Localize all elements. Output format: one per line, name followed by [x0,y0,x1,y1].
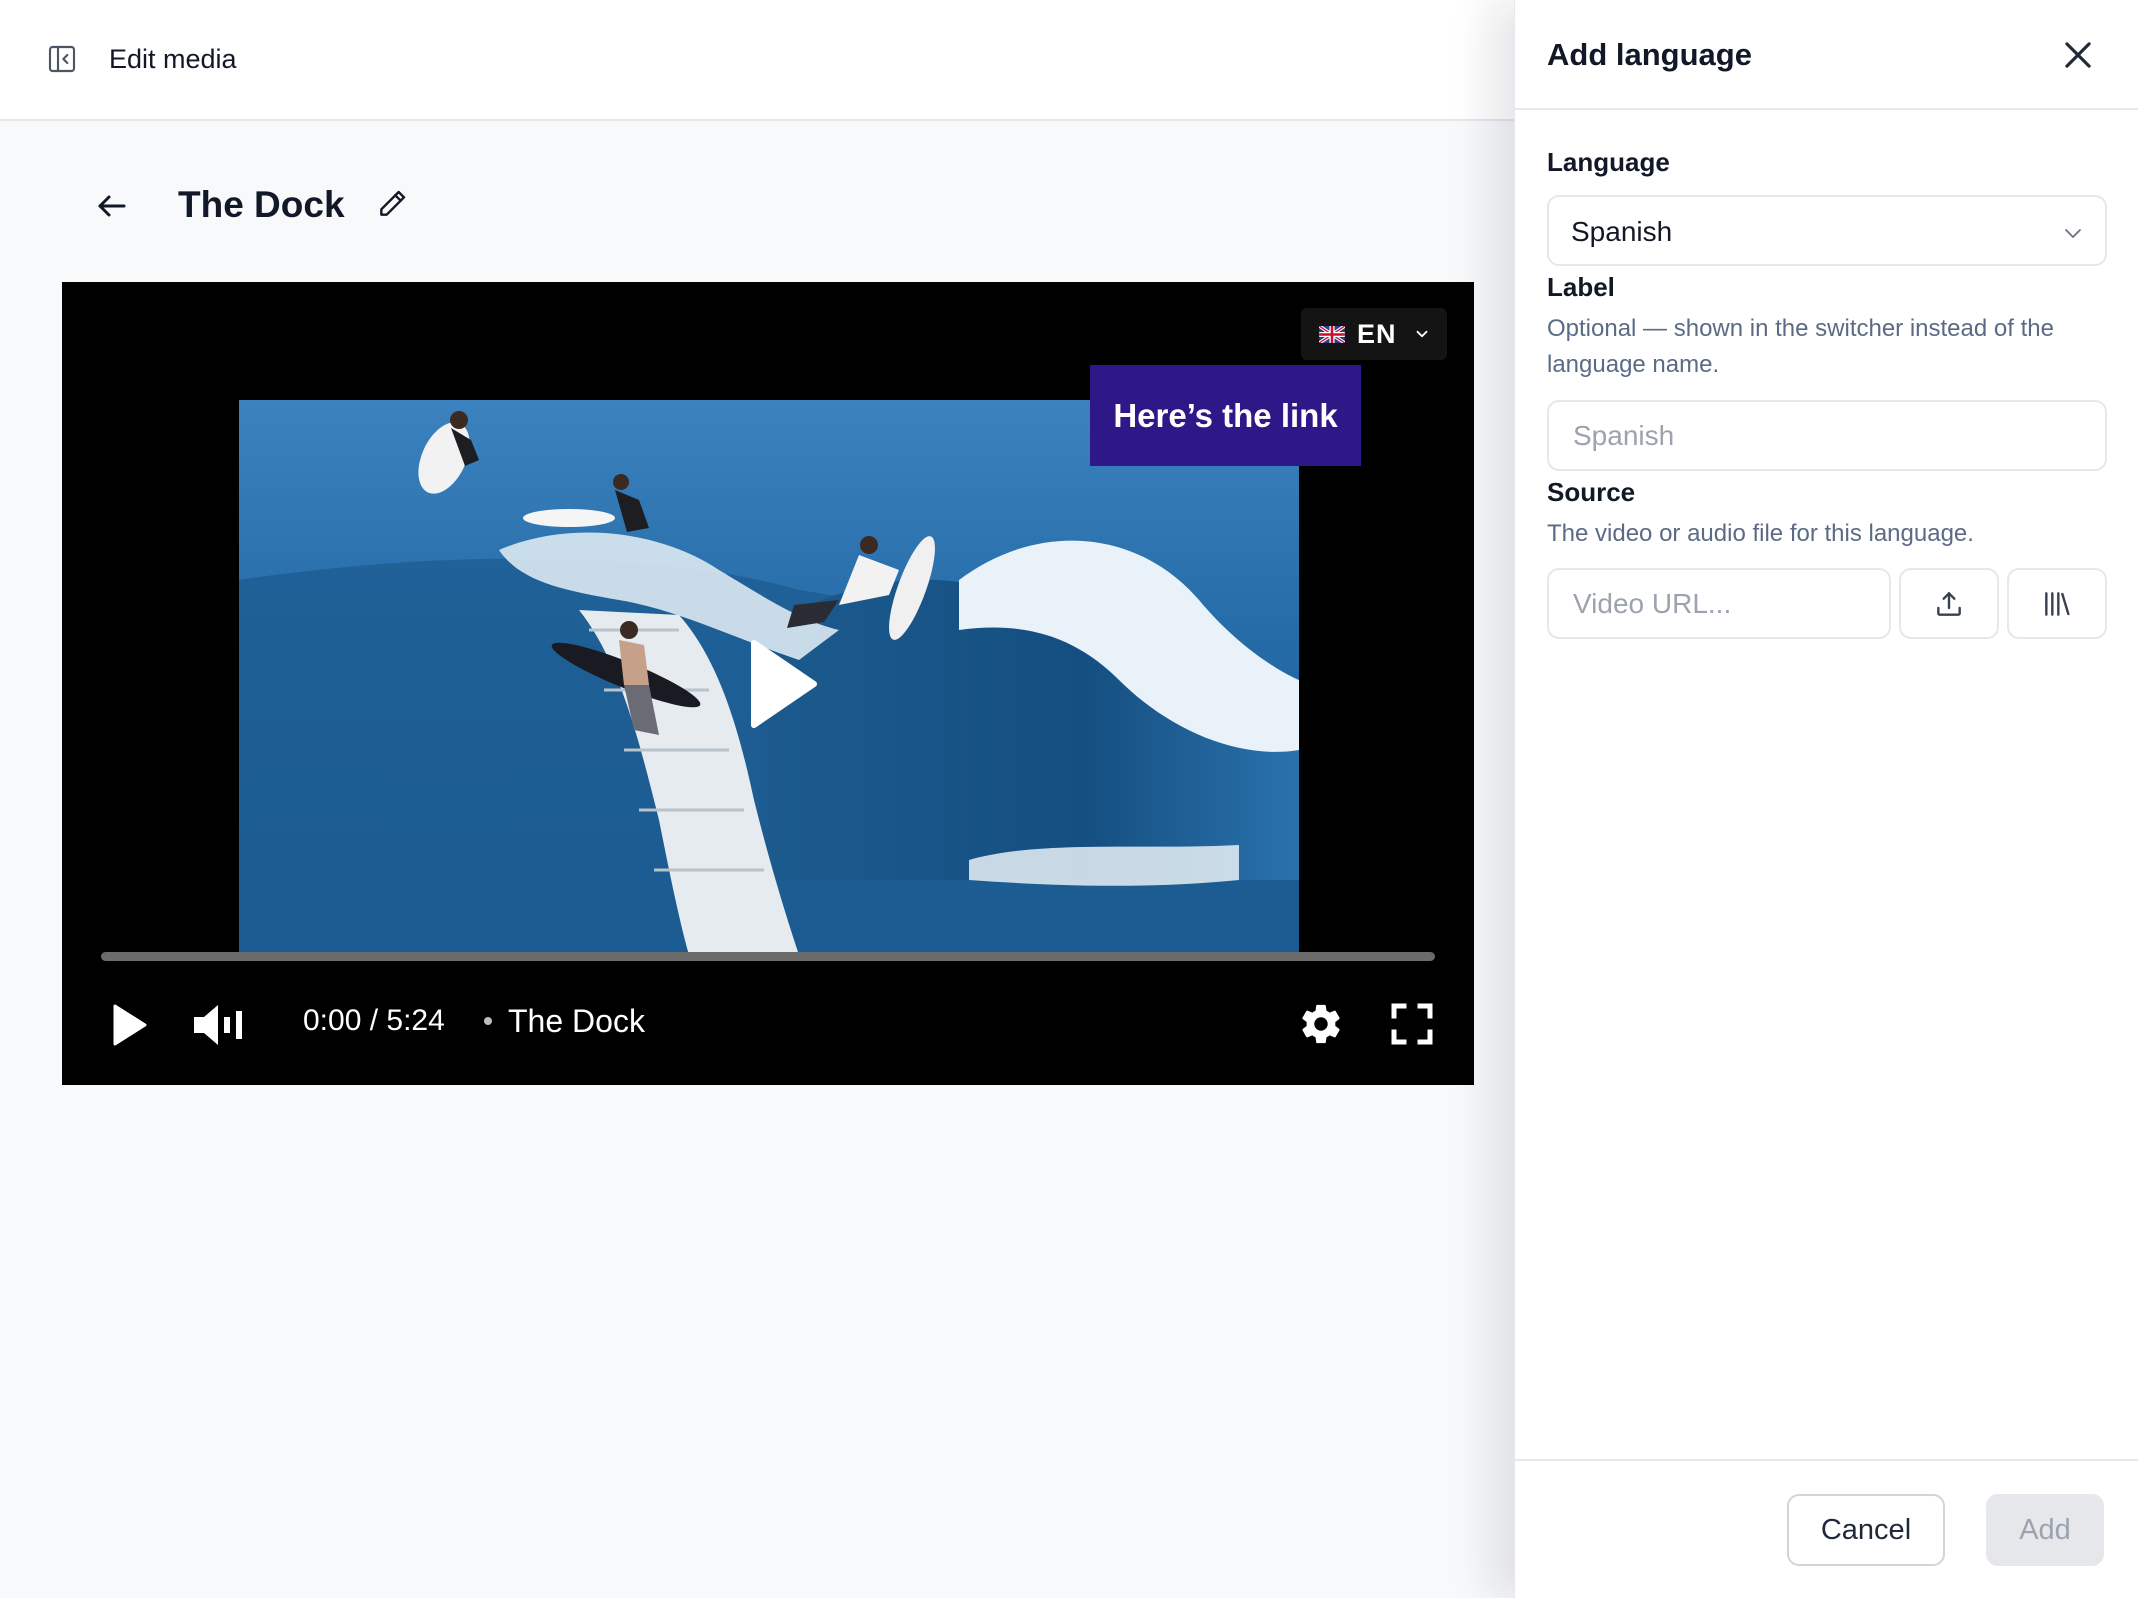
progress-bar[interactable] [101,952,1435,961]
label-field-label: Label [1547,272,1615,302]
fullscreen-icon[interactable] [1391,1003,1433,1045]
player-title: The Dock [508,1003,645,1039]
label-field-help: Optional — shown in the switcher instead… [1547,315,2054,378]
drawer-header: Add language [1515,0,2138,110]
language-switcher[interactable]: EN [1301,308,1447,360]
chevron-down-icon [1416,330,1427,338]
link-callout[interactable]: Here’s the link [1090,365,1361,466]
upload-icon [1937,591,1961,616]
volume-icon[interactable] [192,1002,246,1048]
topbar-title: Edit media [109,44,237,74]
video-url-input[interactable] [1547,568,1891,639]
source-label: Source [1547,477,1636,507]
drawer-title: Add language [1547,37,1752,72]
playback-time: 0:00 / 5:24 [303,1004,445,1037]
source-help: The video or audio file for this languag… [1547,520,1974,547]
separator-dot [484,1017,492,1025]
label-input[interactable] [1547,400,2107,471]
language-select[interactable]: Spanish [1547,195,2107,266]
arrow-left-icon[interactable] [94,188,130,224]
language-label: Language [1547,147,1670,177]
page-title: The Dock [178,184,345,225]
pencil-icon[interactable] [376,188,408,220]
play-icon[interactable] [109,1002,149,1048]
chevron-down-icon [2065,229,2081,238]
drawer-footer: Cancel Add [1515,1459,2138,1598]
top-bar: Edit media [0,0,1515,121]
close-icon[interactable] [2059,36,2097,74]
upload-button[interactable] [1899,568,1999,639]
media-library-button[interactable] [2007,568,2107,639]
library-icon [2045,591,2070,616]
add-button[interactable]: Add [1986,1494,2104,1566]
language-select-value: Spanish [1571,216,1673,247]
uk-flag-icon [1319,325,1345,343]
gear-icon[interactable] [1298,1001,1344,1047]
video-player[interactable]: EN Here’s the link 0:00 / 5:24 The Dock [62,282,1474,1085]
language-code: EN [1357,318,1397,349]
panel-left-collapse-icon[interactable] [46,43,78,75]
add-language-drawer: Add language Language Spanish Label Opti… [1514,0,2138,1598]
play-icon[interactable] [748,639,818,729]
cancel-button[interactable]: Cancel [1787,1494,1945,1566]
